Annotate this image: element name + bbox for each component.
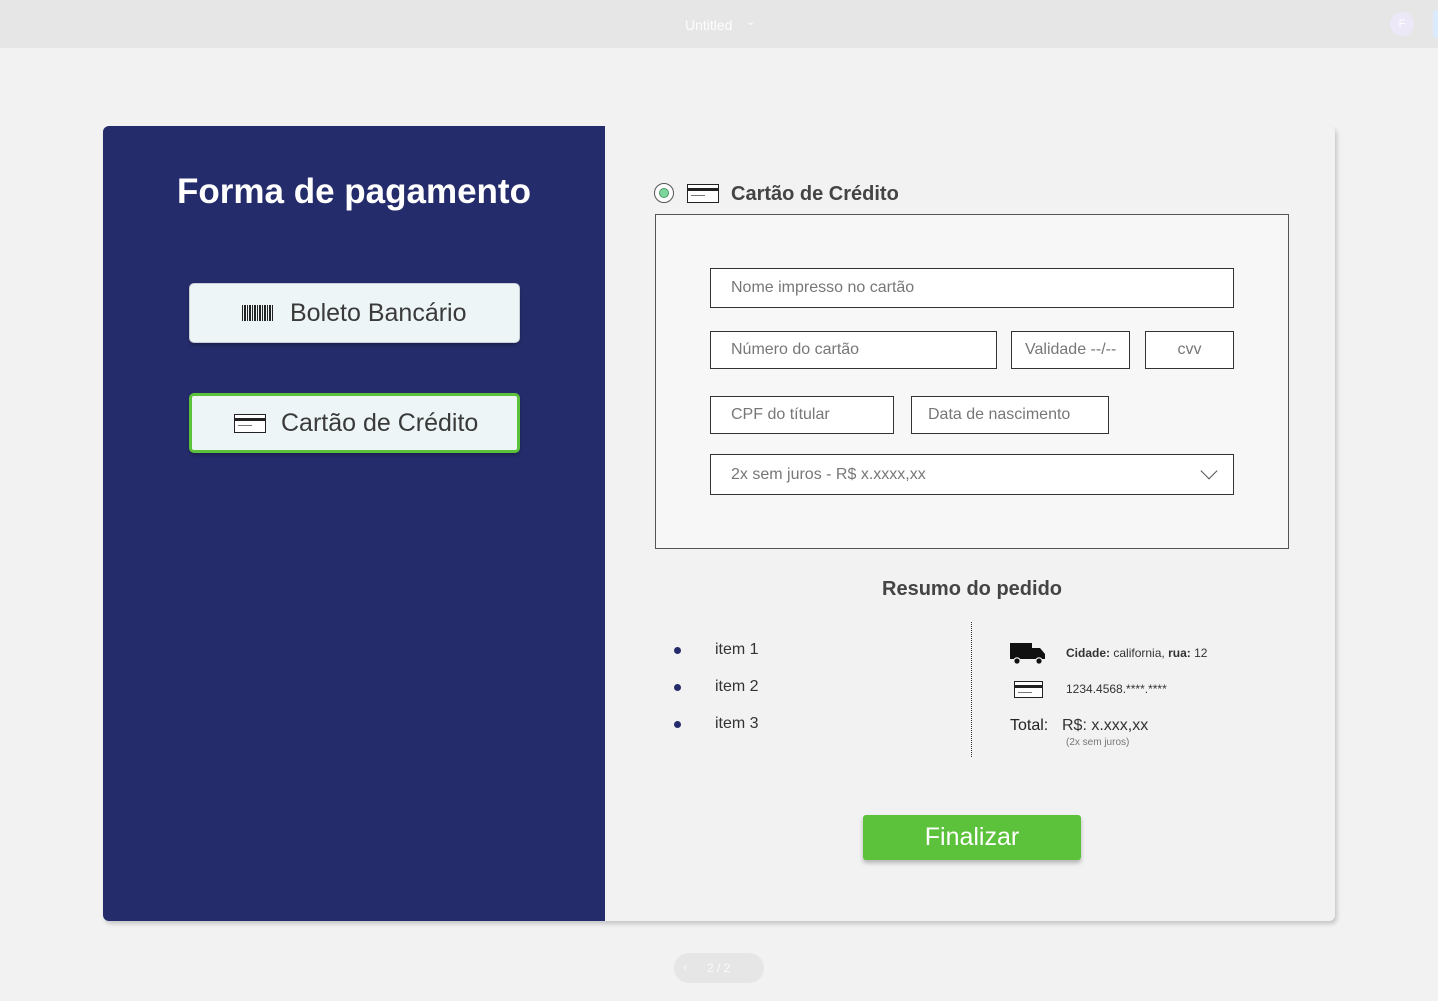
- item-label: item 3: [715, 715, 759, 732]
- section-title: Cartão de Crédito: [731, 183, 899, 205]
- toolbar-edge-button[interactable]: [1433, 10, 1438, 38]
- credit-card-icon: [234, 413, 266, 433]
- summary-divider: [971, 622, 972, 757]
- cvv-field[interactable]: cvv: [1145, 331, 1234, 369]
- chevron-down-icon: [1200, 462, 1218, 480]
- truck-icon: [1010, 643, 1045, 665]
- chevron-left-icon[interactable]: ‹: [683, 960, 687, 974]
- payment-card: Forma de pagamento Boleto Bancário Cartã…: [103, 126, 1335, 921]
- city-label: Cidade:: [1066, 646, 1111, 660]
- card-name-field[interactable]: Nome impresso no cartão: [710, 268, 1234, 308]
- credit-card-button[interactable]: Cartão de Crédito: [189, 393, 520, 453]
- shipping-address: Cidade: california, rua: 12: [1066, 646, 1207, 660]
- installments-value: 2x sem juros - R$ x.xxxx,xx: [731, 466, 926, 483]
- masked-card-number: 1234.4568.****.****: [1066, 682, 1167, 696]
- street-value: 12: [1194, 646, 1208, 660]
- street-label: rua:: [1168, 646, 1191, 660]
- item-label: item 2: [715, 678, 759, 695]
- barcode-icon: [242, 305, 274, 321]
- installments-select[interactable]: 2x sem juros - R$ x.xxxx,xx: [710, 454, 1234, 495]
- page-indicator: 2 / 2: [707, 961, 731, 975]
- credit-card-icon: [1014, 681, 1043, 698]
- total-value: R$: x.xxx,xx: [1062, 717, 1149, 734]
- document-title[interactable]: Untitled: [685, 17, 732, 33]
- page-title: Forma de pagamento: [177, 172, 531, 211]
- expiry-field[interactable]: Validade --/--: [1011, 331, 1130, 369]
- chevron-down-icon[interactable]: ⌄: [746, 15, 755, 28]
- credit-card-icon: [687, 184, 719, 203]
- page-navigator: ‹ 2 / 2: [674, 953, 764, 983]
- total-note: (2x sem juros): [1066, 737, 1130, 748]
- credit-card-label: Cartão de Crédito: [281, 408, 479, 437]
- finalize-button[interactable]: Finalizar: [863, 815, 1081, 860]
- card-form: Nome impresso no cartão Número do cartão…: [655, 214, 1289, 549]
- item-label: item 1: [715, 641, 759, 658]
- avatar[interactable]: F: [1390, 12, 1414, 36]
- card-number-field[interactable]: Número do cartão: [710, 331, 997, 369]
- boleto-label: Boleto Bancário: [290, 298, 467, 327]
- cpf-field[interactable]: CPF do títular: [710, 396, 894, 434]
- payment-method-panel: Forma de pagamento Boleto Bancário Cartã…: [103, 126, 605, 921]
- boleto-button[interactable]: Boleto Bancário: [189, 283, 520, 343]
- birth-date-field[interactable]: Data de nascimento: [911, 396, 1109, 434]
- bullet-icon: [674, 684, 681, 691]
- credit-card-radio[interactable]: [654, 183, 674, 203]
- radio-selected-dot: [659, 188, 669, 198]
- bullet-icon: [674, 647, 681, 654]
- top-toolbar: Untitled ⌄ F: [0, 0, 1438, 48]
- total-label: Total:: [1010, 717, 1049, 734]
- city-value: california,: [1113, 646, 1165, 660]
- summary-title: Resumo do pedido: [882, 578, 1062, 600]
- bullet-icon: [674, 721, 681, 728]
